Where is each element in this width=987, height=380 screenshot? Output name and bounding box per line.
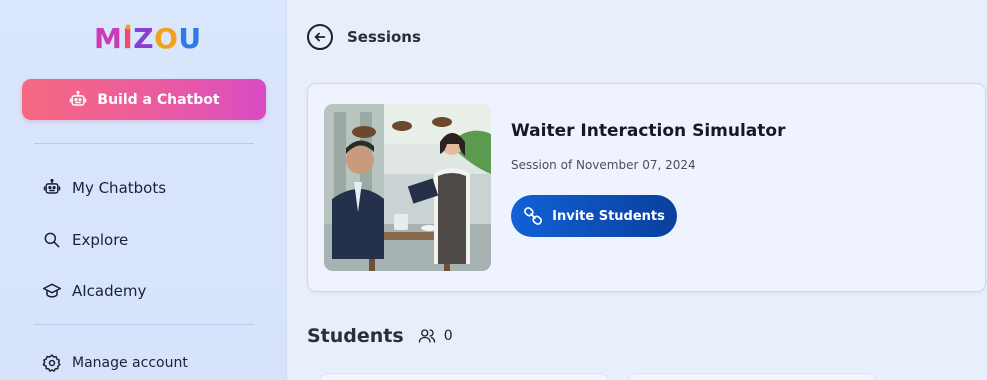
gear-icon xyxy=(42,354,61,372)
link-icon xyxy=(524,207,543,225)
logo-wordmark: MIZOU xyxy=(94,22,202,55)
robot-icon xyxy=(43,178,61,194)
arrow-left-icon xyxy=(314,32,326,42)
invite-students-label: Invite Students xyxy=(552,208,665,224)
sidebar-divider xyxy=(34,324,254,325)
sidebar-item-manage-account[interactable]: Manage account xyxy=(42,350,188,376)
users-icon xyxy=(418,329,435,343)
build-chatbot-label: Build a Chatbot xyxy=(97,91,220,108)
students-heading: Students xyxy=(307,325,404,347)
page-title: Sessions xyxy=(347,28,421,46)
sidebar-item-explore[interactable]: Explore xyxy=(42,227,128,253)
students-count: 0 xyxy=(418,327,453,345)
logo[interactable]: MIZOU xyxy=(94,20,204,63)
students-section-header: Students 0 xyxy=(307,322,453,350)
student-card-placeholder xyxy=(627,373,877,380)
session-title: Waiter Interaction Simulator xyxy=(511,121,786,141)
page-header: Sessions xyxy=(307,24,421,50)
main-content: Sessions Waiter Interaction Simulator Se… xyxy=(287,0,987,380)
sidebar-divider xyxy=(34,143,254,144)
build-chatbot-button[interactable]: Build a Chatbot xyxy=(22,79,266,120)
invite-students-button[interactable]: Invite Students xyxy=(511,195,677,237)
sidebar-item-label: AIcademy xyxy=(72,282,147,300)
search-icon xyxy=(44,232,60,248)
robot-icon xyxy=(70,90,87,106)
sidebar-item-aicademy[interactable]: AIcademy xyxy=(42,278,146,304)
sidebar-item-label: Manage account xyxy=(72,355,188,371)
svg-text:MIZOU: MIZOU xyxy=(94,22,202,54)
sidebar-item-label: My Chatbots xyxy=(72,179,167,197)
restaurant-waiter-image xyxy=(324,104,491,271)
graduation-cap-icon xyxy=(42,283,62,298)
sidebar-item-label: Explore xyxy=(72,231,129,249)
session-date: Session of November 07, 2024 xyxy=(511,158,696,172)
session-card: Waiter Interaction Simulator Session of … xyxy=(307,83,986,292)
students-count-value: 0 xyxy=(443,328,453,344)
student-card-placeholder xyxy=(319,373,609,380)
sidebar: MIZOU Build a Chatbot My Chatbots Explor… xyxy=(0,0,287,380)
app-root: MIZOU Build a Chatbot My Chatbots Explor… xyxy=(0,0,987,380)
session-image xyxy=(324,104,491,271)
sidebar-item-my-chatbots[interactable]: My Chatbots xyxy=(42,175,166,201)
back-button[interactable] xyxy=(307,24,333,50)
